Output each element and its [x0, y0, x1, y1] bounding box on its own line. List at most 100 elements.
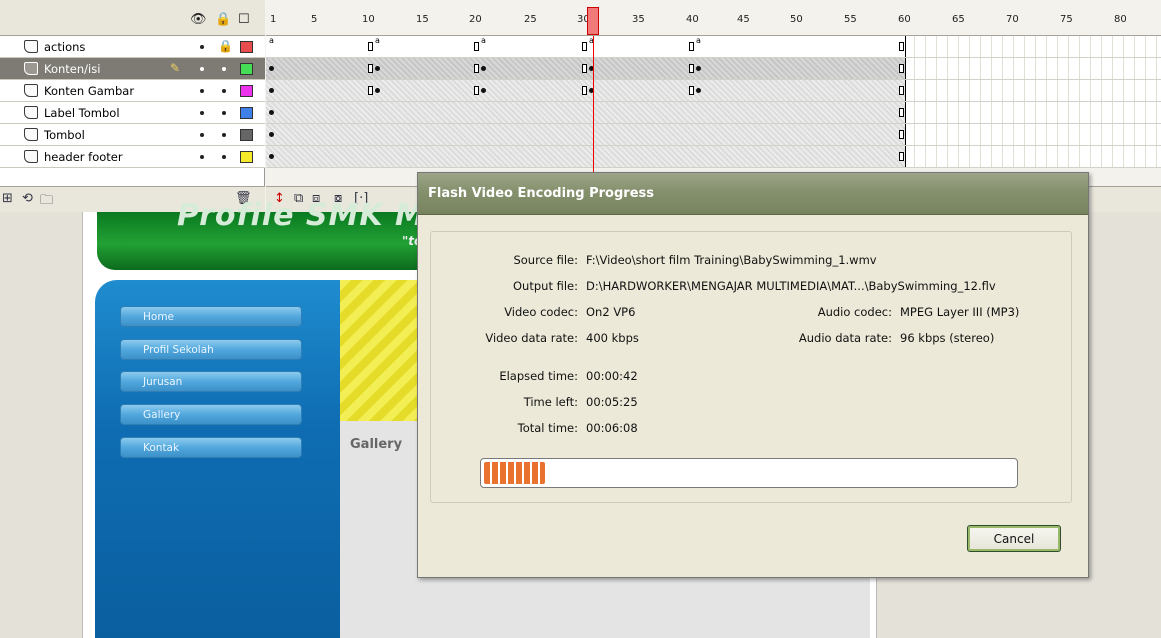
keyframe[interactable] [899, 42, 904, 51]
nav-item-profil-sekolah[interactable]: Profil Sekolah [120, 339, 302, 360]
lock-dot[interactable] [222, 89, 226, 93]
layer-icon [24, 150, 38, 163]
layer-row-header-footer[interactable]: header footer [0, 146, 265, 168]
add-folder-icon[interactable]: 🗀 [40, 191, 53, 213]
visibility-dot[interactable] [200, 67, 204, 71]
total-time-value: 00:06:08 [586, 421, 638, 435]
lock-dot[interactable] [222, 155, 226, 159]
lock-dot[interactable] [222, 133, 226, 137]
ruler-tick: 55 [844, 14, 857, 25]
audio-codec-value: MPEG Layer III (MP3) [900, 305, 1020, 319]
keyframe[interactable] [375, 88, 380, 93]
visibility-dot[interactable] [200, 45, 204, 49]
lock-icon[interactable]: 🔒 [215, 12, 231, 27]
frame-row-actions[interactable]: a a a a a [266, 36, 1161, 58]
layer-color-swatch[interactable] [240, 107, 253, 119]
frame-ruler[interactable]: 1 5 10 15 20 25 30 35 40 45 50 55 60 65 … [266, 0, 1161, 36]
layer-icon [24, 128, 38, 141]
layer-header: 👁 🔒 ☐ [0, 0, 265, 36]
keyframe[interactable] [474, 42, 479, 51]
keyframe[interactable] [899, 152, 904, 161]
keyframe[interactable] [582, 42, 587, 51]
lock-dot[interactable] [222, 67, 226, 71]
keyframe[interactable] [269, 66, 274, 71]
keyframe[interactable] [269, 132, 274, 137]
flash-workspace: 👁 🔒 ☐ actions 🔒 Konten/isi ✎ Konten Gamb… [0, 0, 1161, 638]
encoding-progress-bar [480, 458, 1018, 488]
elapsed-time-value: 00:00:42 [586, 369, 638, 383]
keyframe[interactable] [269, 110, 274, 115]
keyframe[interactable] [696, 88, 701, 93]
keyframe[interactable] [582, 86, 587, 95]
keyframe[interactable] [689, 86, 694, 95]
frame-row-tombol[interactable] [266, 124, 1161, 146]
add-guide-layer-icon[interactable]: ⟲ [22, 191, 33, 206]
layer-color-swatch[interactable] [240, 85, 253, 97]
layer-icon [24, 40, 38, 53]
layer-name: header footer [44, 150, 123, 164]
lock-icon[interactable]: 🔒 [218, 39, 233, 53]
layer-name: Tombol [44, 128, 85, 142]
pencil-icon: ✎ [170, 61, 181, 75]
keyframe[interactable] [368, 86, 373, 95]
nav-item-kontak[interactable]: Kontak [120, 437, 302, 458]
layer-row-konten-gambar[interactable]: Konten Gambar [0, 80, 265, 102]
outline-icon[interactable]: ☐ [238, 12, 250, 27]
keyframe[interactable] [368, 42, 373, 51]
keyframe[interactable] [269, 88, 274, 93]
keyframe[interactable] [689, 64, 694, 73]
keyframe[interactable] [481, 66, 486, 71]
layer-color-swatch[interactable] [240, 129, 253, 141]
keyframe[interactable] [474, 86, 479, 95]
keyframe[interactable] [582, 64, 587, 73]
keyframe[interactable] [368, 64, 373, 73]
layer-color-swatch[interactable] [240, 41, 253, 53]
visibility-dot[interactable] [200, 155, 204, 159]
frame-row-konten-isi[interactable] [266, 58, 1161, 80]
frame-label: a [481, 36, 486, 45]
encoding-progress-dialog: Flash Video Encoding Progress Source fil… [417, 172, 1089, 578]
frame-row-header-footer[interactable] [266, 146, 1161, 168]
ruler-tick: 1 [270, 14, 277, 25]
layer-icon [24, 84, 38, 97]
playhead[interactable] [587, 7, 599, 35]
nav-item-gallery[interactable]: Gallery [120, 404, 302, 425]
nav-item-home[interactable]: Home [120, 306, 302, 327]
frame-span [266, 146, 906, 167]
output-file-value: D:\HARDWORKER\MENGAJAR MULTIMEDIA\MAT...… [586, 279, 996, 293]
eye-icon[interactable]: 👁 [190, 12, 207, 27]
keyframe[interactable] [481, 88, 486, 93]
keyframe[interactable] [375, 66, 380, 71]
visibility-dot[interactable] [200, 89, 204, 93]
dialog-title: Flash Video Encoding Progress [428, 186, 654, 201]
add-layer-icon[interactable]: ⊞ [2, 191, 13, 206]
lock-dot[interactable] [222, 111, 226, 115]
keyframe[interactable] [899, 64, 904, 73]
keyframe[interactable] [899, 108, 904, 117]
layer-row-konten-isi[interactable]: Konten/isi ✎ [0, 58, 265, 80]
keyframe[interactable] [474, 64, 479, 73]
layer-color-swatch[interactable] [240, 63, 253, 75]
dialog-titlebar[interactable]: Flash Video Encoding Progress [418, 173, 1088, 215]
cancel-button[interactable]: Cancel [967, 525, 1061, 552]
video-rate-label: Video data rate: [485, 331, 578, 345]
ruler-tick: 10 [362, 14, 375, 25]
frame-row-konten-gambar[interactable] [266, 80, 1161, 102]
keyframe[interactable] [696, 66, 701, 71]
layer-row-label-tombol[interactable]: Label Tombol [0, 102, 265, 124]
keyframe[interactable] [269, 154, 274, 159]
audio-rate-label: Audio data rate: [798, 331, 892, 345]
keyframe[interactable] [899, 130, 904, 139]
keyframe[interactable] [689, 42, 694, 51]
video-rate-value: 400 kbps [586, 331, 639, 345]
layer-row-tombol[interactable]: Tombol [0, 124, 265, 146]
visibility-dot[interactable] [200, 111, 204, 115]
content-title: Gallery [350, 437, 403, 452]
keyframe[interactable] [899, 86, 904, 95]
visibility-dot[interactable] [200, 133, 204, 137]
frame-row-label-tombol[interactable] [266, 102, 1161, 124]
layer-color-swatch[interactable] [240, 151, 253, 163]
nav-item-jurusan[interactable]: Jurusan [120, 371, 302, 392]
ruler-tick: 80 [1114, 14, 1127, 25]
layer-row-actions[interactable]: actions 🔒 [0, 36, 265, 58]
